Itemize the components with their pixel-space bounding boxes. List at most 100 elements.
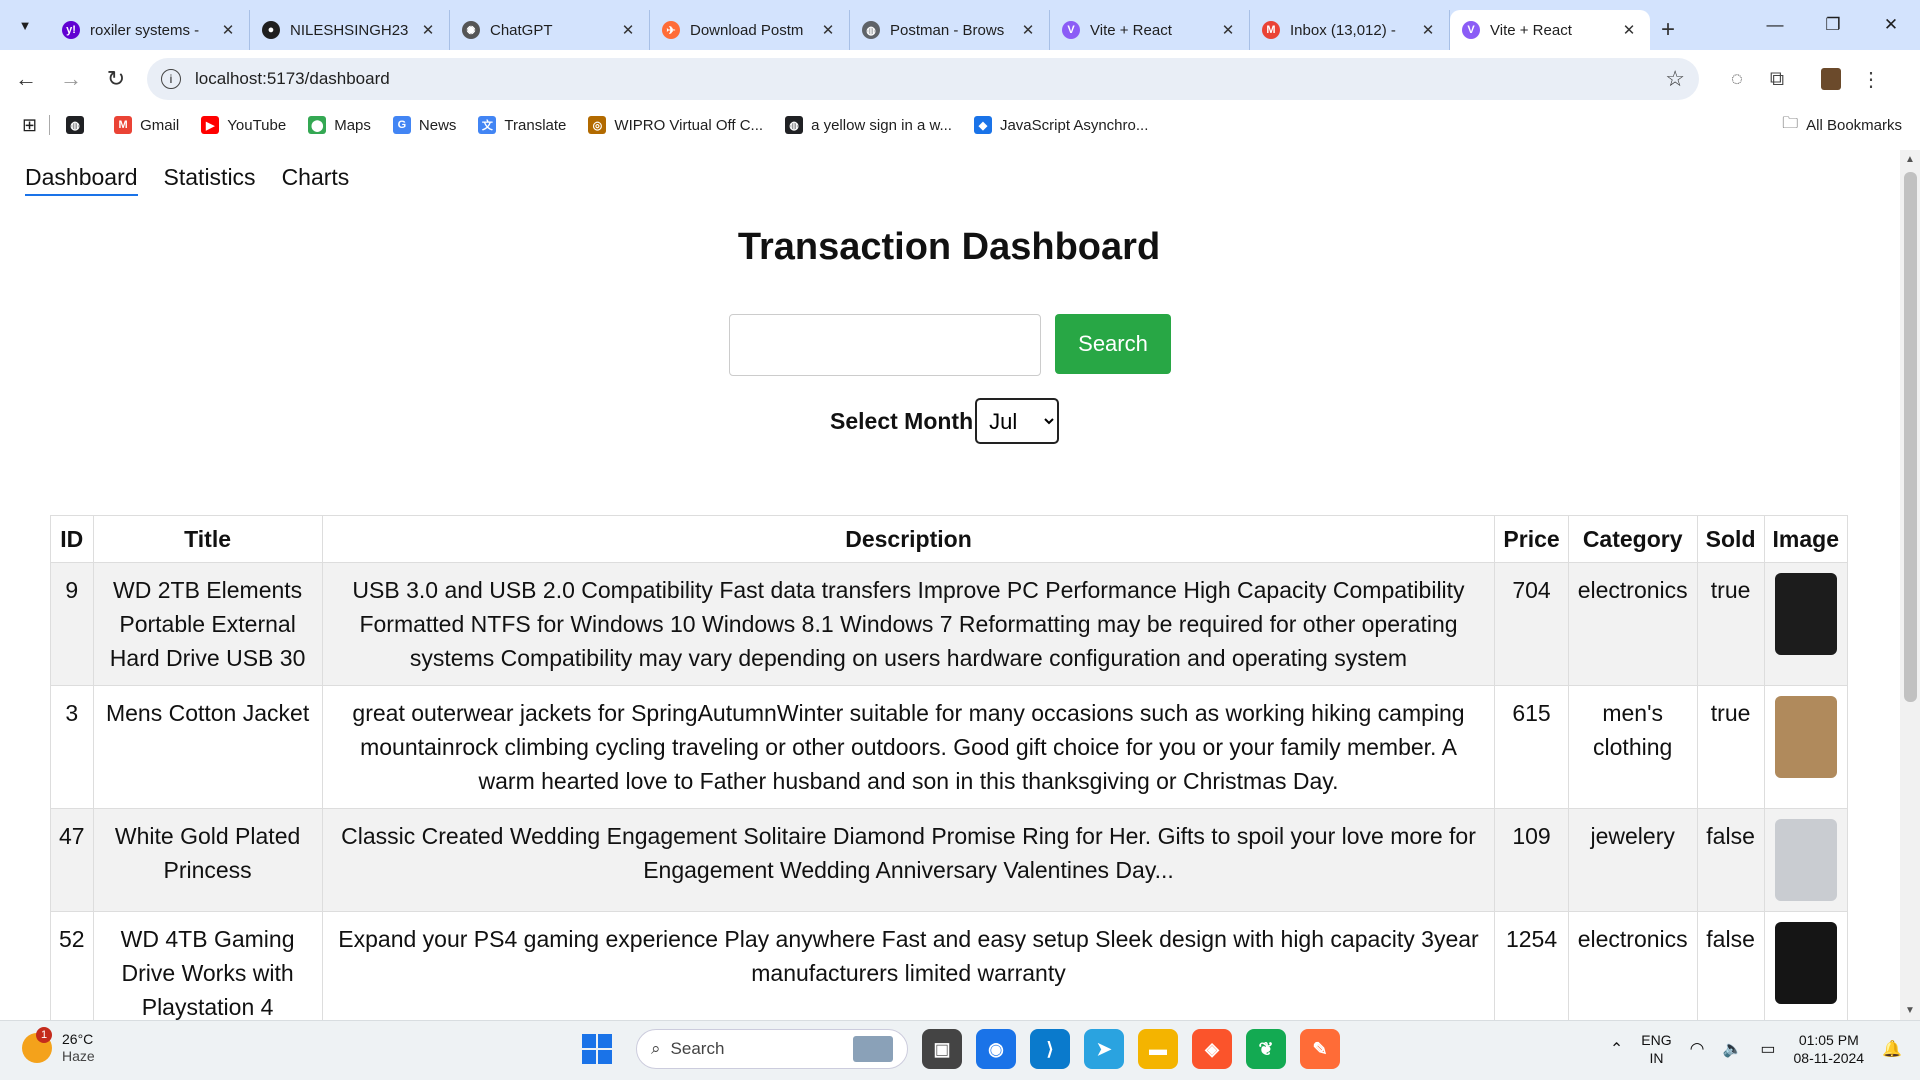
tab-close-icon[interactable]: ✕ [619, 21, 637, 39]
bookmark-item[interactable]: ◍ a yellow sign in a w... [785, 116, 952, 134]
address-bar[interactable]: i localhost:5173/dashboard ☆ [147, 58, 1699, 100]
weather-widget[interactable]: 1 26°C Haze [22, 1027, 95, 1065]
new-tab-button[interactable]: + [1650, 10, 1686, 50]
tab-close-icon[interactable]: ✕ [1019, 21, 1037, 39]
back-button[interactable]: ← [7, 60, 45, 98]
bookmark-item[interactable]: ◍ [66, 116, 92, 134]
cell-description: Classic Created Wedding Engagement Solit… [321, 808, 1496, 912]
browser-tab[interactable]: y! roxiler systems - ✕ [50, 10, 250, 50]
tab-title: Vite + React [1090, 21, 1172, 39]
bookmark-item[interactable]: ◆ JavaScript Asynchro... [973, 116, 1148, 134]
github-icon: ● [262, 21, 280, 39]
bookmark-star-icon[interactable]: ☆ [1665, 66, 1685, 92]
profile-ring-icon[interactable]: ◌ [1717, 59, 1757, 99]
column-header-description: Description [321, 515, 1496, 563]
tab-close-icon[interactable]: ✕ [819, 21, 837, 39]
avatar[interactable] [1811, 59, 1851, 99]
close-window-icon[interactable]: ✕ [1862, 15, 1920, 35]
vscode-icon[interactable]: ⟩ [1030, 1029, 1070, 1069]
column-header-title: Title [92, 515, 323, 563]
browser-tab[interactable]: ✈ Download Postm ✕ [650, 10, 850, 50]
extensions-icon[interactable]: ⧉ [1757, 59, 1797, 99]
cell-title: Mens Cotton Jacket [92, 685, 323, 809]
tab-close-icon[interactable]: ✕ [219, 21, 237, 39]
brave-icon[interactable]: ◈ [1192, 1029, 1232, 1069]
url-text[interactable]: localhost:5173/dashboard [195, 69, 1665, 89]
tab-title: Postman - Brows [890, 21, 1005, 39]
cell-title: White Gold Plated Princess [92, 808, 323, 912]
file-explorer-icon[interactable]: ▣ [922, 1029, 962, 1069]
bookmark-item[interactable]: ◎ WIPRO Virtual Off C... [588, 116, 763, 134]
site-info-icon[interactable]: i [161, 69, 181, 89]
bookmark-label: Gmail [140, 116, 180, 134]
minimize-icon[interactable]: — [1746, 15, 1804, 35]
bookmarks-bar: ⊞ ◍ M Gmail ▶ YouTube ⬤ Maps G News 文 Translate ◎ WI… [0, 108, 1920, 142]
search-button[interactable]: Search [1055, 314, 1171, 374]
cell-id: 9 [50, 562, 94, 686]
telegram-icon[interactable]: ➤ [1084, 1029, 1124, 1069]
bookmark-item[interactable]: ▶ YouTube [201, 116, 286, 134]
nav-dashboard[interactable]: Dashboard [25, 164, 138, 196]
browser-tab[interactable]: V Vite + React ✕ [1050, 10, 1250, 50]
chevron-up-icon[interactable]: ⌃ [1610, 1039, 1623, 1059]
tab-close-icon[interactable]: ✕ [1620, 21, 1638, 39]
tab-close-icon[interactable]: ✕ [1219, 21, 1237, 39]
restore-icon[interactable]: ❐ [1804, 15, 1862, 35]
mongodb-compass-icon[interactable]: ❦ [1246, 1029, 1286, 1069]
cell-sold: false [1696, 911, 1765, 1020]
cell-category: men's clothing [1567, 685, 1698, 809]
taskbar-search[interactable]: ⌕ Search [636, 1029, 908, 1069]
bookmark-item[interactable]: 文 Translate [478, 116, 566, 134]
bookmark-item[interactable]: ⬤ Maps [308, 116, 371, 134]
tab-title: NILESHSINGH23 [290, 21, 409, 39]
tab-title: Inbox (13,012) - [1290, 21, 1396, 39]
clock[interactable]: 01:05 PM 08-11-2024 [1794, 1031, 1865, 1067]
bookmark-item[interactable]: G News [392, 116, 456, 134]
browser-menu-icon[interactable]: ⋮ [1851, 59, 1891, 99]
cell-image [1763, 562, 1849, 686]
js-icon: ◆ [973, 116, 992, 134]
page-scrollbar[interactable]: ▲ ▼ [1900, 150, 1920, 1020]
browser-tab[interactable]: ◍ Postman - Brows ✕ [850, 10, 1050, 50]
wifi-icon[interactable]: ◠ [1690, 1039, 1705, 1059]
all-bookmarks[interactable]: 🗀 All Bookmarks [1782, 112, 1902, 139]
scrollbar-thumb[interactable] [1904, 172, 1917, 702]
postman-icon[interactable]: ✎ [1300, 1029, 1340, 1069]
battery-icon[interactable]: ▭ [1760, 1039, 1775, 1059]
volume-muted-icon[interactable]: 🔈 [1722, 1039, 1742, 1059]
product-image [1774, 819, 1837, 901]
cell-category: electronics [1567, 562, 1698, 686]
tab-search-button[interactable]: ▼ [10, 10, 40, 40]
tab-title: roxiler systems - [90, 21, 200, 39]
yahoo-icon: y! [62, 21, 80, 39]
reload-button[interactable]: ↻ [97, 60, 135, 98]
nav-charts[interactable]: Charts [282, 164, 350, 196]
search-input[interactable] [729, 314, 1041, 376]
start-button[interactable] [582, 1034, 612, 1064]
browser-tab[interactable]: ✺ ChatGPT ✕ [450, 10, 650, 50]
month-select[interactable]: Jul [975, 398, 1060, 444]
folder-icon[interactable]: ▬ [1138, 1029, 1178, 1069]
table-row: 9 WD 2TB Elements Portable External Hard … [50, 562, 1849, 686]
scroll-down-icon[interactable]: ▼ [1900, 1005, 1920, 1016]
tab-title: Vite + React [1490, 21, 1572, 39]
bookmark-item[interactable]: M Gmail [114, 116, 179, 134]
tab-close-icon[interactable]: ✕ [419, 21, 437, 39]
notifications-bell-icon[interactable]: 🔔 [1882, 1039, 1902, 1059]
news-icon: G [392, 116, 411, 134]
browser-tab[interactable]: V Vite + React ✕ [1450, 10, 1650, 50]
apps-grid-icon[interactable]: ⊞ [22, 115, 37, 136]
browser-tab[interactable]: M Inbox (13,012) - ✕ [1250, 10, 1450, 50]
column-header-category: Category [1567, 515, 1698, 563]
language-indicator[interactable]: ENG IN [1641, 1031, 1671, 1067]
cell-title: WD 4TB Gaming Drive Works with Playstati… [92, 911, 323, 1020]
cell-image [1763, 911, 1849, 1020]
chrome-icon[interactable]: ◉ [976, 1029, 1016, 1069]
tab-close-icon[interactable]: ✕ [1419, 21, 1437, 39]
scroll-up-icon[interactable]: ▲ [1900, 154, 1920, 165]
forward-button[interactable]: → [52, 60, 90, 98]
system-tray: ⌃ ENG IN ◠ 🔈 ▭ 01:05 PM 08-11-2024 🔔 [1610, 1031, 1902, 1067]
maps-icon: ⬤ [308, 116, 327, 134]
browser-tab[interactable]: ● NILESHSINGH23 ✕ [250, 10, 450, 50]
nav-statistics[interactable]: Statistics [164, 164, 256, 196]
